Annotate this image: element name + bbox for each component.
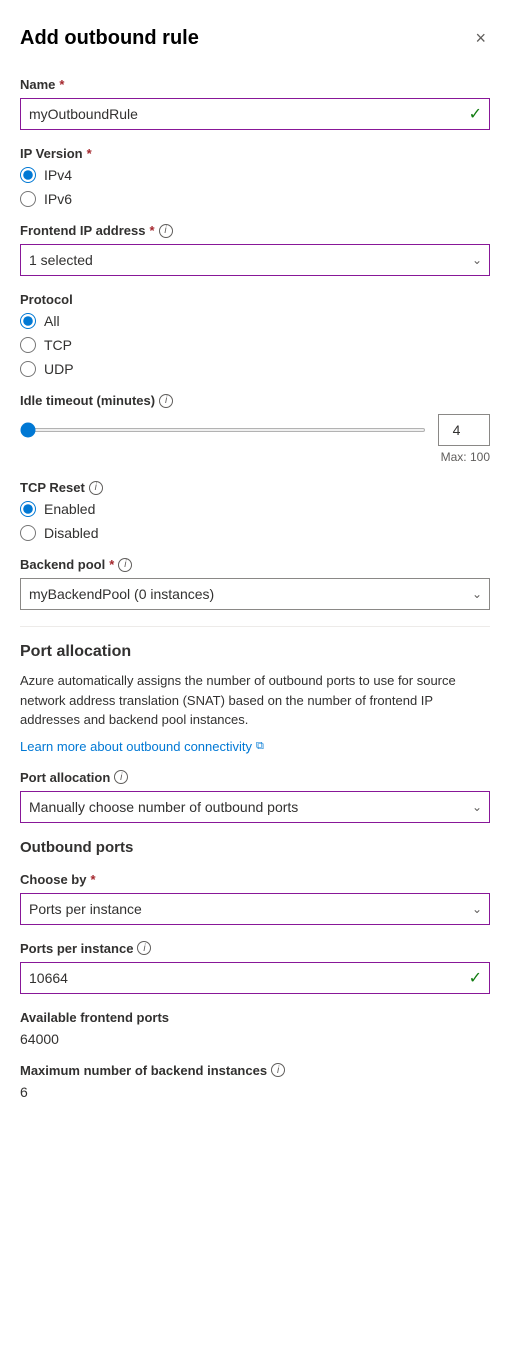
protocol-label: Protocol: [20, 292, 490, 307]
port-allocation-select[interactable]: Manually choose number of outbound ports: [20, 791, 490, 823]
name-field-group: Name * ✓: [20, 77, 490, 130]
port-allocation-section: Port allocation Azure automatically assi…: [20, 643, 490, 754]
name-label: Name *: [20, 77, 490, 92]
ip-version-ipv4-option[interactable]: IPv4: [20, 167, 490, 183]
learn-more-link-text: Learn more about outbound connectivity: [20, 739, 252, 754]
protocol-tcp-label: TCP: [44, 337, 72, 353]
tcp-reset-enabled-radio[interactable]: [20, 501, 36, 517]
tcp-reset-enabled-label: Enabled: [44, 501, 95, 517]
name-valid-icon: ✓: [469, 104, 482, 124]
frontend-ip-label: Frontend IP address * i: [20, 223, 490, 238]
ports-per-instance-input[interactable]: [20, 962, 490, 994]
idle-timeout-label: Idle timeout (minutes) i: [20, 393, 490, 408]
name-input[interactable]: [20, 98, 490, 130]
ip-version-ipv4-radio[interactable]: [20, 167, 36, 183]
protocol-tcp-option[interactable]: TCP: [20, 337, 490, 353]
idle-timeout-max-label: Max: 100: [20, 450, 490, 464]
idle-timeout-slider[interactable]: [20, 428, 426, 432]
protocol-tcp-radio[interactable]: [20, 337, 36, 353]
backend-pool-field-group: Backend pool * i myBackendPool (0 instan…: [20, 557, 490, 610]
tcp-reset-radio-group: Enabled Disabled: [20, 501, 490, 541]
protocol-all-option[interactable]: All: [20, 313, 490, 329]
ip-version-ipv6-radio[interactable]: [20, 191, 36, 207]
port-allocation-dropdown: Manually choose number of outbound ports…: [20, 791, 490, 823]
tcp-reset-field-group: TCP Reset i Enabled Disabled: [20, 480, 490, 541]
ports-per-instance-label: Ports per instance i: [20, 941, 490, 956]
choose-by-select[interactable]: Ports per instance: [20, 893, 490, 925]
ports-per-instance-info-icon[interactable]: i: [137, 941, 151, 955]
port-allocation-info-icon[interactable]: i: [114, 770, 128, 784]
max-backend-instances-value: 6: [20, 1084, 490, 1100]
idle-timeout-slider-container: [20, 414, 490, 446]
ip-version-ipv6-option[interactable]: IPv6: [20, 191, 490, 207]
choose-by-required-star: *: [90, 872, 95, 887]
idle-timeout-value-input[interactable]: [438, 414, 490, 446]
protocol-udp-option[interactable]: UDP: [20, 361, 490, 377]
port-allocation-field-label: Port allocation i: [20, 770, 490, 785]
idle-timeout-info-icon[interactable]: i: [159, 394, 173, 408]
tcp-reset-disabled-option[interactable]: Disabled: [20, 525, 490, 541]
tcp-reset-enabled-option[interactable]: Enabled: [20, 501, 490, 517]
choose-by-field-group: Choose by * Ports per instance ⌄: [20, 872, 490, 925]
frontend-ip-dropdown: 1 selected ⌄: [20, 244, 490, 276]
panel-header: Add outbound rule ×: [20, 24, 490, 53]
ip-version-required-star: *: [87, 146, 92, 161]
tcp-reset-disabled-radio[interactable]: [20, 525, 36, 541]
name-required-star: *: [59, 77, 64, 92]
available-frontend-ports-value: 64000: [20, 1031, 490, 1047]
backend-pool-select[interactable]: myBackendPool (0 instances): [20, 578, 490, 610]
max-backend-instances-info-icon[interactable]: i: [271, 1063, 285, 1077]
panel-title: Add outbound rule: [20, 27, 199, 50]
protocol-all-label: All: [44, 313, 60, 329]
name-input-wrapper: ✓: [20, 98, 490, 130]
port-allocation-section-title: Port allocation: [20, 643, 490, 661]
add-outbound-rule-panel: Add outbound rule × Name * ✓ IP Version …: [0, 0, 510, 1140]
close-button[interactable]: ×: [471, 24, 490, 53]
frontend-ip-required-star: *: [149, 223, 154, 238]
frontend-ip-info-icon[interactable]: i: [159, 224, 173, 238]
protocol-radio-group: All TCP UDP: [20, 313, 490, 377]
max-backend-instances-group: Maximum number of backend instances i 6: [20, 1063, 490, 1100]
tcp-reset-info-icon[interactable]: i: [89, 481, 103, 495]
protocol-field-group: Protocol All TCP UDP: [20, 292, 490, 377]
outbound-ports-section-title: Outbound ports: [20, 839, 490, 856]
ports-per-instance-field-group: Ports per instance i ✓: [20, 941, 490, 994]
available-frontend-ports-label: Available frontend ports: [20, 1010, 490, 1025]
ip-version-ipv6-label: IPv6: [44, 191, 72, 207]
outbound-ports-section: Outbound ports: [20, 839, 490, 856]
port-allocation-field-group: Port allocation i Manually choose number…: [20, 770, 490, 823]
port-allocation-description: Azure automatically assigns the number o…: [20, 671, 490, 730]
tcp-reset-disabled-label: Disabled: [44, 525, 98, 541]
available-frontend-ports-group: Available frontend ports 64000: [20, 1010, 490, 1047]
frontend-ip-field-group: Frontend IP address * i 1 selected ⌄: [20, 223, 490, 276]
protocol-udp-radio[interactable]: [20, 361, 36, 377]
tcp-reset-label: TCP Reset i: [20, 480, 490, 495]
protocol-all-radio[interactable]: [20, 313, 36, 329]
learn-more-link[interactable]: Learn more about outbound connectivity ⧉: [20, 739, 264, 754]
choose-by-dropdown: Ports per instance ⌄: [20, 893, 490, 925]
ip-version-ipv4-label: IPv4: [44, 167, 72, 183]
backend-pool-info-icon[interactable]: i: [118, 558, 132, 572]
choose-by-label: Choose by *: [20, 872, 490, 887]
ip-version-radio-group: IPv4 IPv6: [20, 167, 490, 207]
divider-1: [20, 626, 490, 627]
external-link-icon: ⧉: [256, 740, 264, 753]
backend-pool-label: Backend pool * i: [20, 557, 490, 572]
ports-per-instance-valid-icon: ✓: [469, 968, 482, 988]
ip-version-field-group: IP Version * IPv4 IPv6: [20, 146, 490, 207]
ports-per-instance-input-wrapper: ✓: [20, 962, 490, 994]
idle-timeout-field-group: Idle timeout (minutes) i Max: 100: [20, 393, 490, 464]
backend-pool-required-star: *: [109, 557, 114, 572]
ip-version-label: IP Version *: [20, 146, 490, 161]
frontend-ip-select[interactable]: 1 selected: [20, 244, 490, 276]
protocol-udp-label: UDP: [44, 361, 74, 377]
backend-pool-dropdown: myBackendPool (0 instances) ⌄: [20, 578, 490, 610]
max-backend-instances-label: Maximum number of backend instances i: [20, 1063, 490, 1078]
